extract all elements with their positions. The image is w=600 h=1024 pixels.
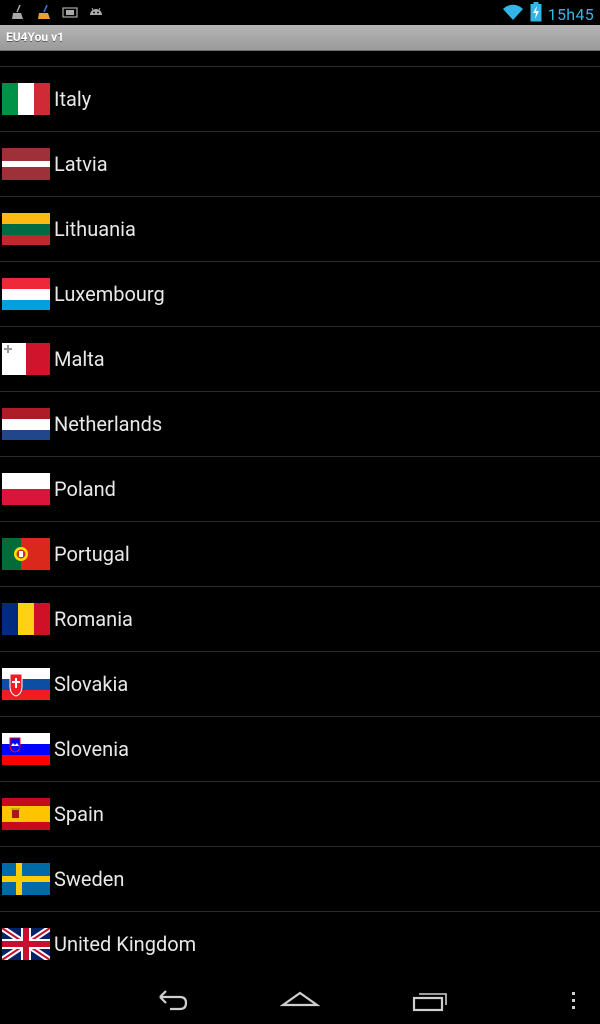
- list-item-malta[interactable]: Malta: [0, 326, 600, 391]
- list-item-slovenia[interactable]: Slovenia: [0, 716, 600, 781]
- country-label: Sweden: [54, 867, 125, 891]
- country-label: Slovenia: [54, 737, 129, 761]
- list-item-portugal[interactable]: Portugal: [0, 521, 600, 586]
- spain-flag-icon: [2, 798, 50, 830]
- country-label: Portugal: [54, 542, 130, 566]
- system-status: 15h45: [502, 2, 594, 26]
- latvia-flag-icon: [2, 148, 50, 180]
- list-item-italy[interactable]: Italy: [0, 66, 600, 131]
- screenshot-icon: [62, 4, 78, 20]
- status-bar: 15h45: [0, 0, 600, 25]
- country-label: Malta: [54, 347, 105, 371]
- country-label: Romania: [54, 607, 133, 631]
- uk-flag-icon: [2, 928, 50, 960]
- list-item-luxembourg[interactable]: Luxembourg: [0, 261, 600, 326]
- battery-charging-icon: [530, 2, 542, 26]
- list-item-spain[interactable]: Spain: [0, 781, 600, 846]
- country-label: Slovakia: [54, 672, 129, 696]
- notification-icons: [10, 4, 104, 20]
- list-item-poland[interactable]: Poland: [0, 456, 600, 521]
- clock: 15h45: [547, 4, 594, 24]
- screen: 15h45 EU4You v1 Italy Latvia Lithuania L…: [0, 0, 600, 1024]
- broom-color-icon: [36, 4, 52, 20]
- country-label: Lithuania: [54, 217, 136, 241]
- navigation-bar: [0, 976, 600, 1024]
- country-list[interactable]: Italy Latvia Lithuania Luxembourg Malta: [0, 66, 600, 976]
- back-icon[interactable]: [152, 984, 192, 1016]
- slovakia-flag-icon: [2, 668, 50, 700]
- sweden-flag-icon: [2, 863, 50, 895]
- list-item-latvia[interactable]: Latvia: [0, 131, 600, 196]
- country-label: Netherlands: [54, 412, 163, 436]
- wifi-icon: [502, 3, 524, 25]
- title-bar: EU4You v1: [0, 25, 600, 51]
- country-label: Spain: [54, 802, 104, 826]
- portugal-flag-icon: [2, 538, 50, 570]
- list-item-sweden[interactable]: Sweden: [0, 846, 600, 911]
- android-icon: [88, 4, 104, 20]
- romania-flag-icon: [2, 603, 50, 635]
- list-item-united-kingdom[interactable]: United Kingdom: [0, 911, 600, 976]
- netherlands-flag-icon: [2, 408, 50, 440]
- country-label: United Kingdom: [54, 932, 197, 956]
- slovenia-flag-icon: [2, 733, 50, 765]
- country-label: Italy: [54, 87, 92, 111]
- country-label: Poland: [54, 477, 116, 501]
- broom-icon: [10, 4, 26, 20]
- lithuania-flag-icon: [2, 213, 50, 245]
- italy-flag-icon: [2, 83, 50, 115]
- list-item-lithuania[interactable]: Lithuania: [0, 196, 600, 261]
- country-label: Luxembourg: [54, 282, 165, 306]
- list-item-netherlands[interactable]: Netherlands: [0, 391, 600, 456]
- overflow-menu-icon[interactable]: [566, 984, 582, 1016]
- luxembourg-flag-icon: [2, 278, 50, 310]
- recent-apps-icon[interactable]: [410, 984, 450, 1016]
- home-icon[interactable]: [279, 984, 321, 1016]
- list-item-slovakia[interactable]: Slovakia: [0, 651, 600, 716]
- app-title: EU4You v1: [6, 30, 65, 44]
- poland-flag-icon: [2, 473, 50, 505]
- country-label: Latvia: [54, 152, 108, 176]
- list-item-romania[interactable]: Romania: [0, 586, 600, 651]
- malta-flag-icon: [2, 343, 50, 375]
